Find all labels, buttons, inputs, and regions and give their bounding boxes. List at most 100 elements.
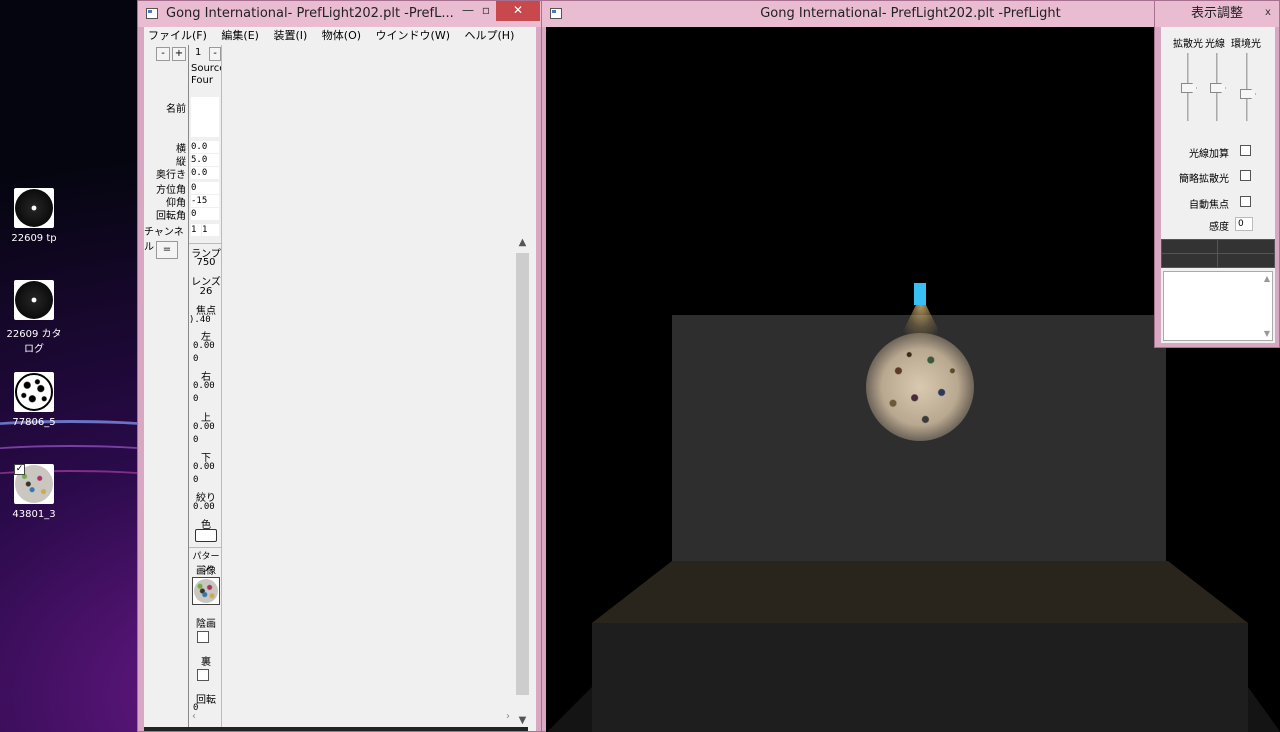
sensitivity-input[interactable]: 0 [1235, 217, 1253, 231]
diffuse-label: 拡散光 [1173, 39, 1203, 50]
light-fixture[interactable] [914, 283, 926, 305]
app-icon [550, 8, 562, 19]
desktop-icon-label: 22609 tp [11, 233, 57, 244]
shutter-top-value[interactable]: 0.00 [193, 422, 215, 432]
simple-diffuse-label: 簡略拡散光 [1179, 174, 1229, 185]
window-title: Gong International- PrefLight202.plt -Pr… [760, 6, 1061, 21]
menu-bar: ファイル(F) 編集(E) 装置(I) 物体(O) ウインドウ(W) ヘルプ(H… [144, 27, 536, 45]
ray-slider-thumb[interactable] [1210, 83, 1226, 93]
ambient-label: 環境光 [1231, 39, 1261, 50]
scroll-thumb[interactable] [516, 253, 529, 695]
diffuse-slider-thumb[interactable] [1181, 83, 1197, 93]
menu-edit[interactable]: 編集(E) [221, 29, 259, 42]
stage-front-right [1248, 687, 1280, 732]
list-scroll-up-icon[interactable]: ▲ [1264, 274, 1270, 283]
ambient-slider-thumb[interactable] [1240, 89, 1256, 99]
shutter-right-angle[interactable]: 0 [193, 394, 198, 404]
label-name: 名前 [166, 104, 186, 115]
sensitivity-label: 感度 [1209, 222, 1229, 233]
check-icon[interactable]: ✓ [14, 464, 25, 475]
value-column: 1 - Source Four 0.0 5.0 0.0 0 -15 0 1 1 … [188, 45, 222, 731]
menu-device[interactable]: 装置(I) [273, 29, 307, 42]
x-field[interactable]: 0.0 [191, 141, 219, 153]
grid-cell[interactable] [1161, 239, 1218, 254]
ray-add-label: 光線加算 [1189, 149, 1229, 160]
azimuth-field[interactable]: 0 [191, 182, 219, 194]
shutter-top-angle[interactable]: 0 [193, 435, 198, 445]
gobo-image-icon [14, 280, 54, 320]
panel-list[interactable]: ▲ ▼ [1163, 271, 1273, 341]
shutter-right-value[interactable]: 0.00 [193, 381, 215, 391]
ray-add-checkbox[interactable] [1240, 145, 1251, 156]
close-button[interactable]: ✕ [496, 1, 540, 21]
remove-source-button[interactable]: - [156, 47, 170, 61]
desktop-icon-22609-catalog[interactable]: 22609 カタログ [4, 280, 64, 355]
stage-front-left [546, 687, 592, 732]
auto-focus-checkbox[interactable] [1240, 196, 1251, 207]
shutter-bottom-angle[interactable]: 0 [193, 475, 198, 485]
desktop-icon-22609-tp[interactable]: 22609 tp [4, 188, 64, 244]
grid-cell[interactable] [1217, 253, 1275, 268]
label-column: - + 名前 横 縦 奥行き 方位角 仰角 回転角 チャンネル = [144, 45, 188, 731]
color-swatch[interactable] [195, 529, 217, 542]
simple-diffuse-checkbox[interactable] [1240, 170, 1251, 181]
shutter-left-angle[interactable]: 0 [193, 354, 198, 364]
z-field[interactable]: 0.0 [191, 167, 219, 179]
property-window: Gong International- PrefLight202.plt -Pr… [137, 0, 542, 732]
scroll-up-icon[interactable]: ▲ [514, 237, 531, 248]
desktop-icon-77806-5[interactable]: 77806_5 [4, 372, 64, 428]
stage-front [592, 623, 1248, 732]
iris-value[interactable]: 0.00 [193, 502, 215, 512]
reverse-label: 裏 [201, 657, 211, 668]
scroll-down-icon[interactable]: ▼ [514, 715, 531, 726]
grid-cell[interactable] [1217, 239, 1275, 254]
window-title: Gong International- PrefLight202.plt -Pr… [166, 6, 454, 21]
index-minus-button[interactable]: - [209, 47, 221, 61]
channel-field[interactable]: 1 [191, 224, 201, 236]
focus-value[interactable]: ).40 [189, 315, 211, 325]
panel-close-button[interactable]: x [1259, 5, 1277, 21]
image-label: 画像 [196, 566, 216, 577]
negative-label: 陰画 [196, 619, 216, 630]
lamp-value[interactable]: 750 [189, 257, 221, 268]
gobo-image-icon: ✓ [14, 464, 54, 504]
desktop-icon-43801-3[interactable]: ✓ 43801_3 [4, 464, 64, 520]
gobo-image-button[interactable] [192, 577, 220, 605]
negative-checkbox[interactable] [197, 631, 209, 643]
reverse-checkbox[interactable] [197, 669, 209, 681]
window-client: ファイル(F) 編集(E) 装置(I) 物体(O) ウインドウ(W) ヘルプ(H… [144, 27, 536, 731]
source-name-line2: Four [191, 75, 213, 86]
gobo-image-icon [14, 188, 54, 228]
desktop-icon-label: 43801_3 [12, 509, 56, 520]
menu-file[interactable]: ファイル(F) [148, 29, 207, 42]
channel-field-2[interactable]: 1 [202, 224, 219, 236]
name-field[interactable] [191, 97, 219, 137]
source-index: 1 [195, 47, 202, 58]
panel-client: 拡散光 光線 環境光 光線加算 簡略拡散光 自動焦点 感度 0 ▲ ▼ [1161, 27, 1275, 343]
gobo-thumbnail-icon [194, 579, 218, 603]
menu-window[interactable]: ウインドウ(W) [376, 29, 450, 42]
vertical-scrollbar[interactable]: ▲ ▼ [514, 237, 531, 731]
horizontal-scrollbar[interactable]: ‹ › [188, 711, 514, 725]
label-rotation: 回転角 [156, 211, 186, 222]
ray-label: 光線 [1205, 39, 1225, 50]
list-scroll-down-icon[interactable]: ▼ [1264, 329, 1270, 338]
menu-object[interactable]: 物体(O) [322, 29, 361, 42]
elevation-field[interactable]: -15 [191, 195, 219, 207]
lens-value[interactable]: 26 [189, 286, 221, 297]
gobo-image-icon [14, 372, 54, 412]
scroll-left-icon[interactable]: ‹ [192, 711, 196, 722]
grid-cell[interactable] [1161, 253, 1218, 268]
stage-floor [592, 561, 1248, 623]
desktop-icon-label: 77806_5 [12, 417, 56, 428]
label-z: 奥行き [156, 170, 186, 181]
shutter-left-value[interactable]: 0.00 [193, 341, 215, 351]
panel-grid [1161, 239, 1275, 268]
y-field[interactable]: 5.0 [191, 154, 219, 166]
add-source-button[interactable]: + [172, 47, 186, 61]
shutter-bottom-value[interactable]: 0.00 [193, 462, 215, 472]
menu-help[interactable]: ヘルプ(H) [465, 29, 515, 42]
apply-button[interactable]: = [156, 241, 178, 259]
scroll-right-icon[interactable]: › [506, 711, 510, 722]
rotation-field[interactable]: 0 [191, 208, 219, 220]
